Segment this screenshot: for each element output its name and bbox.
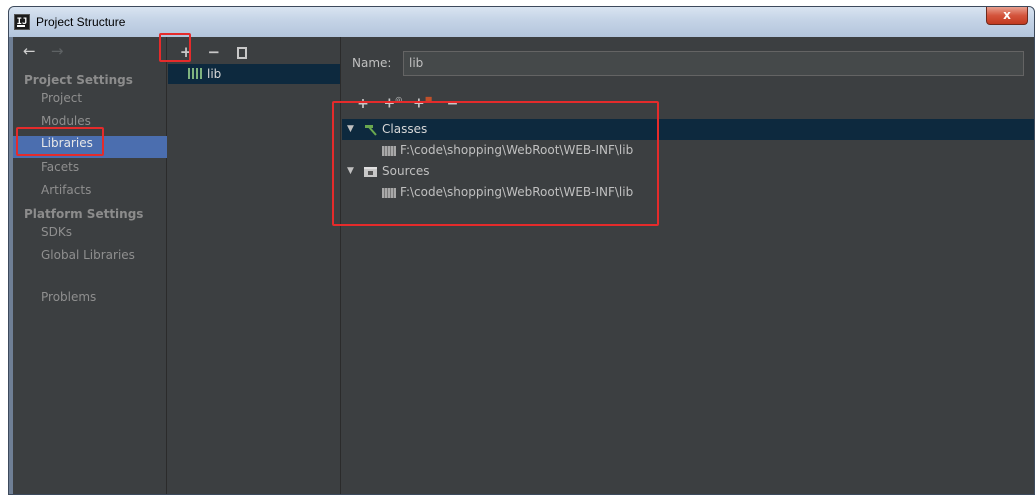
history-navigation: ← → (23, 42, 75, 64)
library-item-label: lib (207, 67, 222, 81)
name-label: Name: (352, 56, 392, 70)
settings-sidebar: ← → Project Settings Project Modules Lib… (13, 37, 167, 494)
library-list-item[interactable]: lib (168, 64, 340, 84)
library-icon (188, 68, 204, 79)
forward-arrow-icon[interactable]: → (51, 42, 75, 60)
remove-library-button[interactable]: − (202, 43, 226, 61)
sidebar-item-project[interactable]: Project (13, 91, 167, 113)
intellij-app-icon: IJ (14, 14, 30, 30)
section-heading-project-settings: Project Settings (24, 73, 133, 87)
sidebar-item-problems[interactable]: Problems (13, 290, 167, 312)
window-title: Project Structure (36, 15, 126, 29)
libraries-list-panel: + − lib (168, 37, 341, 494)
sidebar-item-sdks[interactable]: SDKs (13, 225, 167, 247)
annotation-box-libraries (16, 127, 104, 156)
sidebar-item-artifacts[interactable]: Artifacts (13, 183, 167, 205)
close-button[interactable]: x (986, 7, 1028, 25)
library-name-field[interactable]: lib (403, 51, 1024, 76)
copy-library-button[interactable] (230, 43, 254, 61)
back-arrow-icon[interactable]: ← (23, 42, 47, 60)
sidebar-item-global-libraries[interactable]: Global Libraries (13, 248, 167, 270)
section-heading-platform-settings: Platform Settings (24, 207, 144, 221)
sidebar-item-facets[interactable]: Facets (13, 160, 167, 182)
project-structure-window: IJ Project Structure x ← → Project Setti… (8, 6, 1035, 495)
annotation-box-roots-tree (332, 101, 659, 226)
annotation-box-add-button (159, 33, 191, 62)
copy-icon (236, 47, 247, 59)
